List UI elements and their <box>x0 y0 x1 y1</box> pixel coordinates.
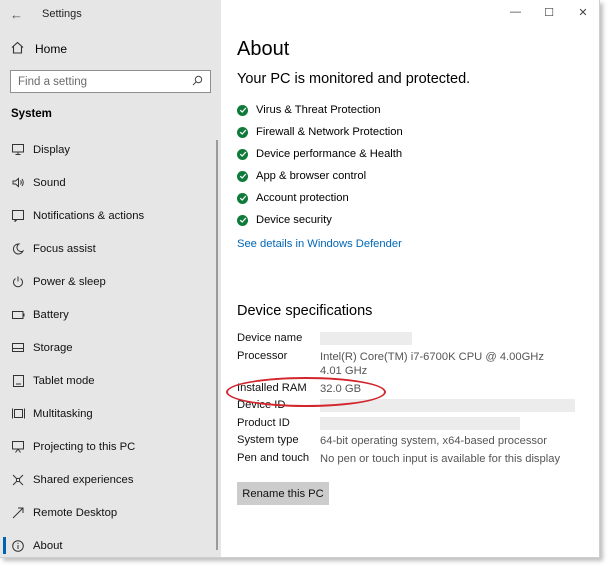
check-circle-icon <box>237 126 248 138</box>
content-pane: — ☐ ✕ About Your PC is monitored and pro… <box>221 0 599 557</box>
sidebar-item-sound[interactable]: Sound <box>0 166 221 199</box>
ram-highlight-annotation <box>226 377 386 407</box>
protection-item: Firewall & Network Protection <box>237 121 403 143</box>
sidebar-item-label: Focus assist <box>33 242 96 255</box>
window-title: Settings <box>42 8 82 20</box>
protection-item-label: Firewall & Network Protection <box>256 126 403 138</box>
sidebar-item-about[interactable]: About <box>0 529 221 557</box>
protection-item-label: Account protection <box>256 192 349 204</box>
home-label: Home <box>35 42 68 56</box>
sidebar-item-shared-experiences[interactable]: Shared experiences <box>0 463 221 496</box>
spec-value: 64-bit operating system, x64-based proce… <box>320 435 547 447</box>
battery-icon <box>11 310 25 319</box>
window-controls: — ☐ ✕ <box>510 6 588 19</box>
windows-defender-link[interactable]: See details in Windows Defender <box>237 238 402 250</box>
close-icon[interactable]: ✕ <box>578 6 588 19</box>
spec-label: Product ID <box>237 416 290 429</box>
protection-item-label: Virus & Threat Protection <box>256 104 381 116</box>
page-title: About <box>237 38 290 60</box>
sidebar-item-label: Multitasking <box>33 407 93 420</box>
spec-label: System type <box>237 434 299 446</box>
check-circle-icon <box>237 192 248 204</box>
home-nav-item[interactable]: Home <box>0 32 221 66</box>
spec-value: Intel(R) Core(TM) i7-6700K CPU @ 4.00GHz… <box>320 350 544 377</box>
sidebar-item-storage[interactable]: Storage <box>0 331 221 364</box>
maximize-icon[interactable]: ☐ <box>544 6 554 19</box>
protection-item-label: Device performance & Health <box>256 148 403 160</box>
sidebar-item-tablet-mode[interactable]: Tablet mode <box>0 364 221 397</box>
protection-item: Virus & Threat Protection <box>237 99 403 121</box>
sidebar-item-display[interactable]: Display <box>0 133 221 166</box>
spec-row-device-name: Device name <box>237 332 597 350</box>
spec-value: No pen or touch input is available for t… <box>320 452 561 465</box>
sound-icon <box>11 177 25 188</box>
home-icon <box>11 41 25 57</box>
specs-heading: Device specifications <box>237 303 373 319</box>
spec-value <box>320 416 560 435</box>
section-title: System <box>11 108 52 120</box>
sidebar-item-notifications[interactable]: Notifications & actions <box>0 199 221 232</box>
protection-item: Account protection <box>237 187 403 209</box>
spec-row-system-type: System type 64-bit operating system, x64… <box>237 434 597 452</box>
spec-label: Device name <box>237 332 303 344</box>
check-circle-icon <box>237 104 248 116</box>
sidebar-item-label: Power & sleep <box>33 275 106 288</box>
sidebar-scrollbar[interactable] <box>216 140 218 550</box>
spec-row-product-id: Product ID <box>237 416 597 435</box>
multitasking-icon <box>11 408 25 419</box>
redacted-value <box>320 332 412 345</box>
spec-value <box>320 332 560 350</box>
moon-icon <box>11 242 25 255</box>
sidebar-item-label: Projecting to this PC <box>33 440 136 453</box>
spec-label: Pen and touch <box>237 451 310 464</box>
info-icon <box>11 539 25 552</box>
rename-pc-button[interactable]: Rename this PC <box>237 482 329 505</box>
redacted-value <box>320 416 520 430</box>
projecting-icon <box>11 440 25 453</box>
protection-item: Device security <box>237 209 403 231</box>
storage-icon <box>11 343 25 352</box>
protection-item: App & browser control <box>237 165 403 187</box>
sidebar-item-label: Battery <box>33 308 69 321</box>
protection-list: Virus & Threat Protection Firewall & Net… <box>237 99 403 231</box>
protection-heading: Your PC is monitored and protected. <box>237 71 471 87</box>
sidebar-item-multitasking[interactable]: Multitasking <box>0 397 221 430</box>
power-icon <box>11 276 25 288</box>
protection-item-label: App & browser control <box>256 170 367 182</box>
sidebar-item-label: About <box>33 539 63 552</box>
sidebar-item-battery[interactable]: Battery <box>0 298 221 331</box>
check-circle-icon <box>237 148 248 160</box>
sidebar-item-label: Shared experiences <box>33 473 134 486</box>
sidebar-item-label: Notifications & actions <box>33 209 145 222</box>
sidebar-item-focus-assist[interactable]: Focus assist <box>0 232 221 265</box>
minimize-icon[interactable]: — <box>510 6 521 19</box>
sidebar-item-remote-desktop[interactable]: Remote Desktop <box>0 496 221 529</box>
remote-desktop-icon <box>11 507 25 519</box>
display-icon <box>11 144 25 155</box>
protection-item-label: Device security <box>256 214 332 226</box>
system-nav-list: Display Sound Notifications & actions Fo… <box>0 133 221 557</box>
protection-item: Device performance & Health <box>237 143 403 165</box>
sidebar-item-label: Tablet mode <box>33 374 95 387</box>
tablet-icon <box>11 374 25 387</box>
search-input[interactable]: Find a setting <box>10 70 211 93</box>
shared-icon <box>11 474 25 486</box>
search-placeholder: Find a setting <box>18 75 88 88</box>
back-arrow-icon[interactable]: ← <box>10 7 24 22</box>
title-bar: ← Settings <box>0 0 221 28</box>
sidebar-item-power-sleep[interactable]: Power & sleep <box>0 265 221 298</box>
check-circle-icon <box>237 214 248 226</box>
sidebar-item-label: Storage <box>33 341 73 354</box>
search-icon[interactable] <box>192 75 203 89</box>
sidebar-item-label: Display <box>33 143 71 156</box>
spec-row-pen-touch: Pen and touch No pen or touch input is a… <box>237 452 597 470</box>
settings-window: ← Settings Home Find a setting System Di… <box>0 0 600 558</box>
notifications-icon <box>11 209 25 222</box>
check-circle-icon <box>237 170 248 182</box>
sidebar-item-projecting[interactable]: Projecting to this PC <box>0 430 221 463</box>
sidebar: ← Settings Home Find a setting System Di… <box>0 0 221 557</box>
sidebar-item-label: Remote Desktop <box>33 506 118 519</box>
sidebar-item-label: Sound <box>33 176 66 189</box>
